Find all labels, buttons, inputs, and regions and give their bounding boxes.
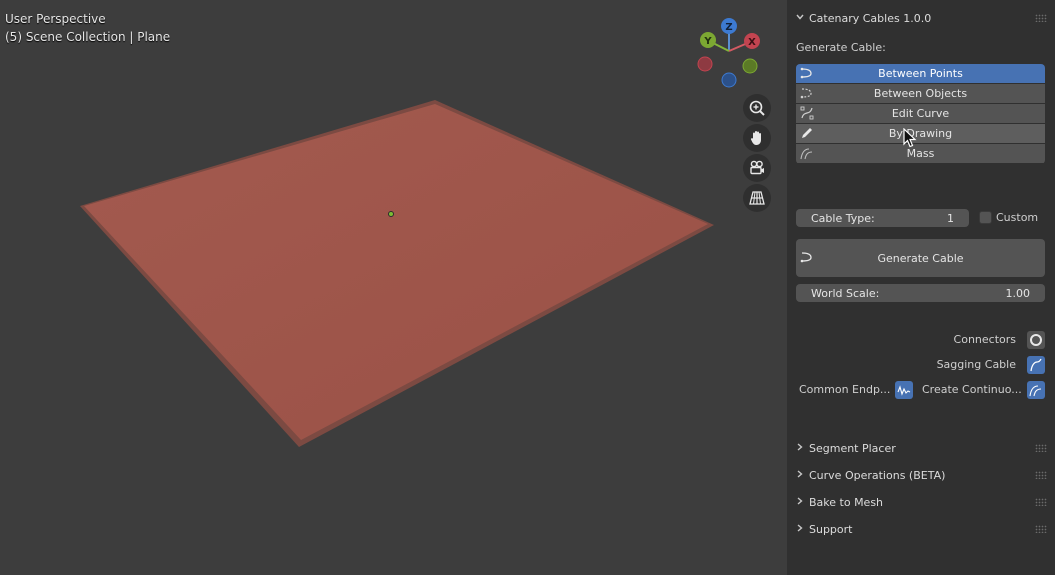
chevron-right-icon bbox=[795, 523, 809, 536]
section-support[interactable]: Support bbox=[795, 519, 852, 539]
mass-icon bbox=[800, 148, 813, 160]
mode-label: Between Objects bbox=[873, 87, 968, 100]
gizmo-y-label: Y bbox=[703, 36, 712, 47]
drag-grip-icon[interactable] bbox=[1035, 471, 1047, 479]
pencil-icon bbox=[802, 128, 812, 138]
custom-checkbox[interactable] bbox=[979, 211, 992, 224]
generate-cable-label: Generate Cable bbox=[877, 251, 964, 265]
mass-icon bbox=[1029, 385, 1042, 397]
blender-window: User Perspective (5) Scene Collection | … bbox=[0, 0, 1055, 575]
mode-label: Edit Curve bbox=[891, 107, 950, 120]
section-label: Segment Placer bbox=[809, 441, 896, 455]
world-scale-label: World Scale: bbox=[811, 286, 880, 300]
mode-between-objects-button[interactable]: Between Objects bbox=[796, 84, 1045, 103]
gizmo-z-label: Z bbox=[725, 22, 732, 33]
chevron-down-icon bbox=[795, 12, 809, 25]
panel-title: Catenary Cables 1.0.0 bbox=[809, 11, 932, 25]
cable-icon bbox=[800, 67, 812, 79]
connectors-label: Connectors bbox=[953, 333, 1016, 346]
plane-mesh[interactable] bbox=[0, 0, 787, 575]
section-label: Bake to Mesh bbox=[809, 495, 884, 509]
cable-icon bbox=[800, 252, 812, 263]
scene-collection-label: (5) Scene Collection | Plane bbox=[5, 30, 171, 44]
curve-edit-icon bbox=[800, 106, 814, 120]
gizmo-neg-x[interactable] bbox=[697, 56, 713, 72]
mode-label: Between Points bbox=[878, 67, 963, 80]
cable-type-value: 1 bbox=[947, 211, 954, 225]
mode-mass-button[interactable]: Mass bbox=[796, 144, 1045, 163]
section-label: Support bbox=[809, 522, 853, 536]
wave-icon bbox=[897, 385, 911, 396]
mode-by-drawing-button[interactable]: By Drawing bbox=[796, 124, 1045, 143]
mode-label: By Drawing bbox=[888, 127, 953, 140]
generate-cable-label: Generate Cable: bbox=[796, 41, 886, 54]
custom-label: Custom bbox=[996, 211, 1039, 224]
gizmo-neg-y[interactable] bbox=[742, 58, 758, 74]
section-curve-operations[interactable]: Curve Operations (BETA) bbox=[795, 465, 945, 485]
world-scale-value: 1.00 bbox=[1005, 286, 1031, 300]
sagging-cable-label: Sagging Cable bbox=[936, 358, 1016, 371]
chevron-right-icon bbox=[795, 496, 809, 509]
view-perspective-label: User Perspective bbox=[5, 12, 106, 26]
create-continuous-label: Create Continuo... bbox=[922, 383, 1022, 396]
n-panel: Catenary Cables 1.0.0 Generate Cable: Be… bbox=[787, 0, 1055, 575]
navigation-gizmo[interactable]: Z X Y bbox=[692, 14, 764, 90]
chevron-right-icon bbox=[795, 469, 809, 482]
drag-grip-icon[interactable] bbox=[1035, 525, 1047, 533]
grid-ortho-icon[interactable] bbox=[743, 184, 771, 212]
cable-mode-list: Between Points Between Objects Edit Curv… bbox=[796, 64, 1045, 164]
drag-grip-icon[interactable] bbox=[1035, 498, 1047, 506]
generate-cable-button[interactable]: Generate Cable bbox=[796, 239, 1045, 277]
section-label: Curve Operations (BETA) bbox=[809, 468, 946, 482]
mouse-cursor-icon bbox=[903, 128, 917, 148]
gizmo-neg-z[interactable] bbox=[721, 72, 737, 88]
connector-ring-icon bbox=[1030, 334, 1042, 346]
common-endpoints-label: Common Endp... bbox=[799, 383, 891, 396]
section-bake-to-mesh[interactable]: Bake to Mesh bbox=[795, 492, 883, 512]
cable-dashed-icon bbox=[800, 88, 812, 99]
hand-pan-icon[interactable] bbox=[743, 124, 771, 152]
chevron-right-icon bbox=[795, 442, 809, 455]
gizmo-x-label: X bbox=[748, 37, 756, 48]
section-segment-placer[interactable]: Segment Placer bbox=[795, 438, 896, 458]
mode-label: Mass bbox=[906, 147, 935, 160]
drag-grip-icon[interactable] bbox=[1035, 14, 1047, 22]
mode-edit-curve-button[interactable]: Edit Curve bbox=[796, 104, 1045, 123]
zoom-icon[interactable] bbox=[743, 94, 771, 122]
sag-curve-icon bbox=[1030, 358, 1042, 372]
connectors-toggle[interactable] bbox=[1027, 331, 1045, 349]
mode-between-points-button[interactable]: Between Points bbox=[796, 64, 1045, 83]
catenary-cables-header[interactable]: Catenary Cables 1.0.0 bbox=[795, 8, 931, 28]
drag-grip-icon[interactable] bbox=[1035, 444, 1047, 452]
sagging-cable-toggle[interactable] bbox=[1027, 356, 1045, 374]
camera-icon[interactable] bbox=[743, 154, 771, 182]
cable-type-field[interactable]: Cable Type: 1 bbox=[796, 209, 969, 227]
cable-type-label: Cable Type: bbox=[811, 211, 875, 225]
3d-viewport[interactable]: User Perspective (5) Scene Collection | … bbox=[0, 0, 787, 575]
world-scale-field[interactable]: World Scale: 1.00 bbox=[796, 284, 1045, 302]
common-endpoints-toggle[interactable] bbox=[895, 381, 913, 399]
create-continuous-toggle[interactable] bbox=[1027, 381, 1045, 399]
